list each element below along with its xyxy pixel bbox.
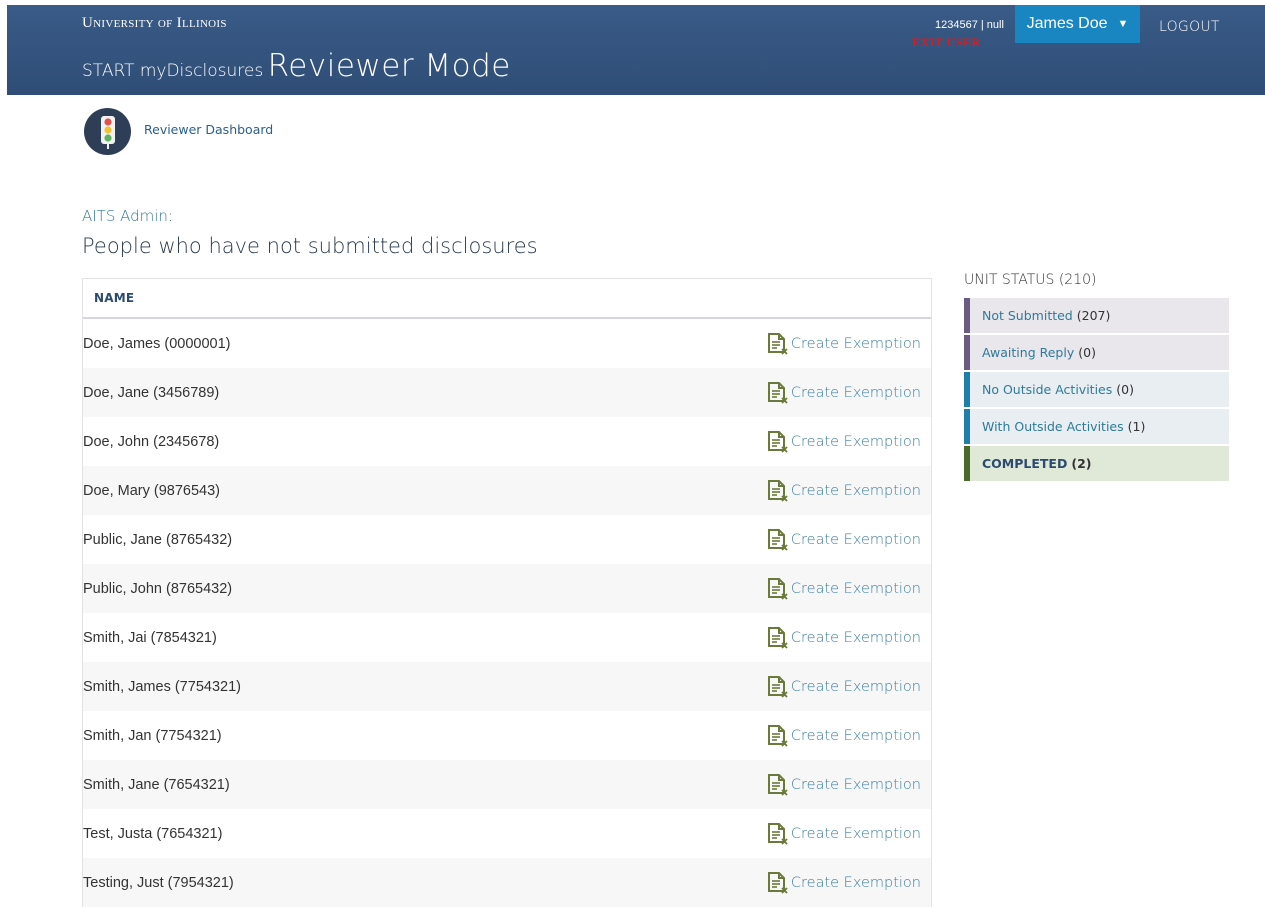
table-body: Doe, James (0000001) Create Exemption Doe,… xyxy=(83,319,931,907)
create-exemption-button[interactable]: Create Exemption xyxy=(765,822,921,846)
status-filter-item[interactable]: With Outside Activities (1) xyxy=(964,409,1229,444)
person-name: Doe, John (2345678) xyxy=(83,433,220,450)
table-row: Public, Jane (8765432) Create Exemption xyxy=(83,515,931,564)
person-name: Testing, Just (7954321) xyxy=(83,874,234,891)
table-row: Smith, Jan (7754321) Create Exemption xyxy=(83,711,931,760)
status-label: Not Submitted xyxy=(982,308,1073,323)
person-name: Public, John (8765432) xyxy=(83,580,233,597)
traffic-light-icon[interactable] xyxy=(84,108,131,155)
create-exemption-button[interactable]: Create Exemption xyxy=(765,626,921,650)
status-label: COMPLETED xyxy=(982,456,1068,471)
user-menu-button[interactable]: James Doe ▼ xyxy=(1015,5,1140,43)
create-exemption-button[interactable]: Create Exemption xyxy=(765,871,921,895)
person-name: Smith, Jai (7854321) xyxy=(83,629,217,646)
document-exempt-icon xyxy=(767,822,788,845)
name-column-header[interactable]: NAME xyxy=(83,279,931,319)
create-exemption-label: Create Exemption xyxy=(790,678,921,695)
app-brand[interactable]: START myDisclosures Reviewer Mode xyxy=(82,48,511,84)
user-id-line: 1234567 | null xyxy=(935,19,1004,31)
document-exempt-icon xyxy=(767,724,788,747)
table-row: Smith, Jane (7654321) Create Exemption xyxy=(83,760,931,809)
person-name: Doe, Mary (9876543) xyxy=(83,482,221,499)
status-filter-item[interactable]: No Outside Activities (0) xyxy=(964,372,1229,407)
create-exemption-label: Create Exemption xyxy=(790,727,921,744)
document-exempt-icon xyxy=(767,479,788,502)
document-exempt-icon xyxy=(767,430,788,453)
page-title: People who have not submitted disclosure… xyxy=(82,234,538,258)
create-exemption-label: Create Exemption xyxy=(790,629,921,646)
exit-user-link[interactable]: EXIT USER xyxy=(912,35,981,50)
create-exemption-label: Create Exemption xyxy=(790,825,921,842)
create-exemption-button[interactable]: Create Exemption xyxy=(765,675,921,699)
status-label: Awaiting Reply xyxy=(982,345,1075,360)
person-name: Public, Jane (8765432) xyxy=(83,531,233,548)
create-exemption-button[interactable]: Create Exemption xyxy=(765,528,921,552)
create-exemption-label: Create Exemption xyxy=(790,580,921,597)
person-name: Test, Justa (7654321) xyxy=(83,825,223,842)
status-filter-item[interactable]: COMPLETED (2) xyxy=(964,446,1229,481)
document-exempt-icon xyxy=(767,675,788,698)
table-row: Doe, Jane (3456789) Create Exemption xyxy=(83,368,931,417)
person-name: Smith, Jan (7754321) xyxy=(83,727,222,744)
brand-mode: Reviewer Mode xyxy=(267,48,511,84)
people-table: NAME Doe, James (0000001) Create Exemptio… xyxy=(82,278,932,907)
status-count: (0) xyxy=(1116,382,1134,397)
brand-prefix: START myDisclosures xyxy=(82,61,264,81)
create-exemption-label: Create Exemption xyxy=(790,776,921,793)
unit-status-title: UNIT STATUS (210) xyxy=(964,272,1097,288)
app-header: University of Illinois START myDisclosur… xyxy=(7,5,1265,95)
create-exemption-button[interactable]: Create Exemption xyxy=(765,577,921,601)
create-exemption-button[interactable]: Create Exemption xyxy=(765,332,921,356)
table-row: Doe, John (2345678) Create Exemption xyxy=(83,417,931,466)
unit-label[interactable]: AITS Admin: xyxy=(82,207,173,225)
document-exempt-icon xyxy=(767,381,788,404)
create-exemption-label: Create Exemption xyxy=(790,482,921,499)
table-row: Smith, James (7754321) Create Exemption xyxy=(83,662,931,711)
create-exemption-label: Create Exemption xyxy=(790,384,921,401)
create-exemption-label: Create Exemption xyxy=(790,531,921,548)
status-count: (2) xyxy=(1071,456,1092,471)
unit-status-list: Not Submitted (207) Awaiting Reply (0) No Ou… xyxy=(964,298,1229,483)
status-count: (0) xyxy=(1078,345,1096,360)
logout-link[interactable]: LOGOUT xyxy=(1159,19,1220,35)
person-name: Smith, Jane (7654321) xyxy=(83,776,230,793)
document-exempt-icon xyxy=(767,332,788,355)
person-name: Doe, James (0000001) xyxy=(83,335,231,352)
person-name: Doe, Jane (3456789) xyxy=(83,384,220,401)
create-exemption-button[interactable]: Create Exemption xyxy=(765,773,921,797)
table-row: Public, John (8765432) Create Exemption xyxy=(83,564,931,613)
document-exempt-icon xyxy=(767,773,788,796)
document-exempt-icon xyxy=(767,528,788,551)
create-exemption-button[interactable]: Create Exemption xyxy=(765,479,921,503)
table-row: Smith, Jai (7854321) Create Exemption xyxy=(83,613,931,662)
create-exemption-label: Create Exemption xyxy=(790,433,921,450)
unit-name: AITS Admin xyxy=(82,207,168,225)
reviewer-dashboard-link[interactable]: Reviewer Dashboard xyxy=(144,122,273,137)
university-name: University of Illinois xyxy=(82,15,227,31)
create-exemption-button[interactable]: Create Exemption xyxy=(765,430,921,454)
create-exemption-button[interactable]: Create Exemption xyxy=(765,381,921,405)
document-exempt-icon xyxy=(767,577,788,600)
status-label: With Outside Activities xyxy=(982,419,1124,434)
caret-down-icon: ▼ xyxy=(1117,18,1129,30)
table-row: Testing, Just (7954321) Create Exemption xyxy=(83,858,931,907)
table-row: Doe, James (0000001) Create Exemption xyxy=(83,319,931,368)
status-count: (1) xyxy=(1127,419,1146,434)
status-count: (207) xyxy=(1076,308,1111,323)
document-exempt-icon xyxy=(767,871,788,894)
status-filter-item[interactable]: Awaiting Reply (0) xyxy=(964,335,1229,370)
create-exemption-button[interactable]: Create Exemption xyxy=(765,724,921,748)
status-label: No Outside Activities xyxy=(982,382,1113,397)
create-exemption-label: Create Exemption xyxy=(790,335,921,352)
create-exemption-label: Create Exemption xyxy=(790,874,921,891)
status-filter-item[interactable]: Not Submitted (207) xyxy=(964,298,1229,333)
table-row: Doe, Mary (9876543) Create Exemption xyxy=(83,466,931,515)
person-name: Smith, James (7754321) xyxy=(83,678,241,695)
table-row: Test, Justa (7654321) Create Exemption xyxy=(83,809,931,858)
user-name: James Doe xyxy=(1026,15,1108,32)
document-exempt-icon xyxy=(767,626,788,649)
